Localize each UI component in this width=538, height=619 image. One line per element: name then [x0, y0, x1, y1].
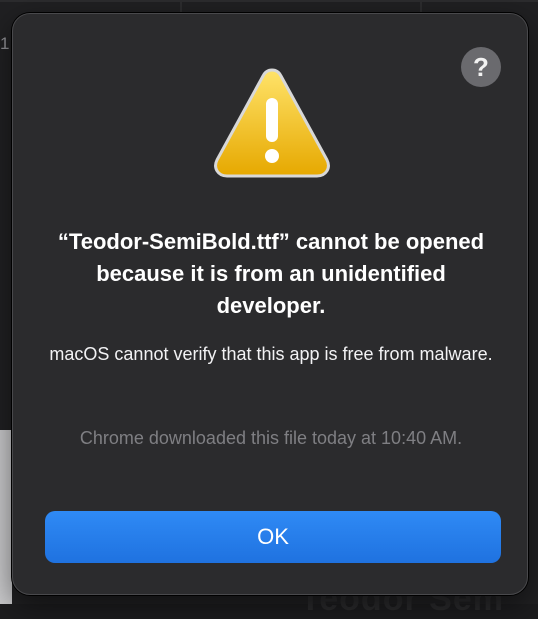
dialog-title: “Teodor-SemiBold.ttf” cannot be opened b… [57, 229, 485, 318]
security-alert-dialog: ? “Teodor-SemiBold.ttf” cannot be opened… [12, 13, 528, 595]
background-panel [0, 430, 12, 604]
background-partial-number: 1 [0, 34, 10, 53]
help-button[interactable]: ? [461, 47, 501, 87]
background-divider [0, 0, 538, 2]
ok-button[interactable]: OK [45, 511, 501, 563]
warning-triangle-icon [214, 68, 330, 178]
background-divider [420, 0, 422, 14]
download-info-text: Chrome downloaded this file today at 10:… [79, 428, 463, 448]
dialog-message: macOS cannot verify that this app is fre… [49, 344, 493, 364]
background-divider [180, 0, 182, 14]
